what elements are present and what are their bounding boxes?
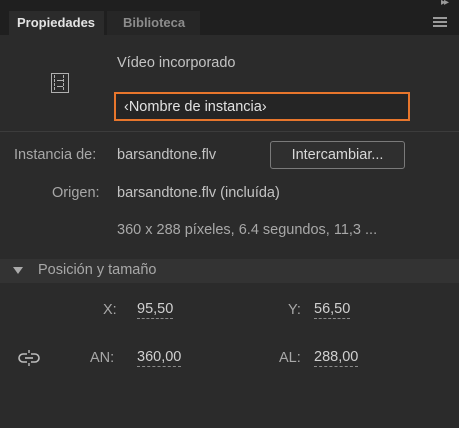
y-value-field[interactable]: 56,50 bbox=[314, 301, 351, 319]
tab-propiedades[interactable]: Propiedades bbox=[9, 11, 104, 35]
instance-of-value: barsandtone.flv bbox=[117, 147, 217, 163]
width-value-field[interactable]: 360,00 bbox=[137, 349, 182, 367]
chevron-down-icon[interactable] bbox=[13, 267, 23, 274]
divider bbox=[0, 131, 459, 132]
x-label: X: bbox=[103, 302, 117, 318]
position-size-title: Posición y tamaño bbox=[38, 262, 157, 278]
height-value-field[interactable]: 288,00 bbox=[314, 349, 359, 367]
link-proportions-icon[interactable] bbox=[18, 350, 40, 366]
panel-top-strip bbox=[0, 0, 459, 11]
object-type-label: Vídeo incorporado bbox=[117, 55, 236, 71]
origin-label: Origen: bbox=[52, 185, 100, 201]
tab-bar: Propiedades Biblioteca bbox=[0, 11, 459, 35]
panel-menu-icon[interactable] bbox=[433, 17, 447, 28]
x-value-field[interactable]: 95,50 bbox=[137, 301, 174, 319]
position-size-section-header[interactable]: Posición y tamaño bbox=[0, 259, 459, 283]
swap-button[interactable]: Intercambiar... bbox=[270, 141, 405, 169]
y-label: Y: bbox=[288, 302, 301, 318]
film-strip-icon bbox=[51, 73, 69, 93]
height-label: AL: bbox=[279, 350, 301, 366]
tab-biblioteca[interactable]: Biblioteca bbox=[107, 11, 200, 35]
instance-name-input[interactable]: ‹Nombre de instancia› bbox=[114, 92, 410, 121]
instance-of-label: Instancia de: bbox=[14, 147, 97, 163]
double-chevron-right-icon[interactable]: ▸▸ bbox=[441, 0, 449, 8]
video-info: 360 x 288 píxeles, 6.4 segundos, 11,3 ..… bbox=[117, 222, 378, 238]
width-label: AN: bbox=[90, 350, 115, 366]
origin-value: barsandtone.flv (incluída) bbox=[117, 185, 280, 201]
